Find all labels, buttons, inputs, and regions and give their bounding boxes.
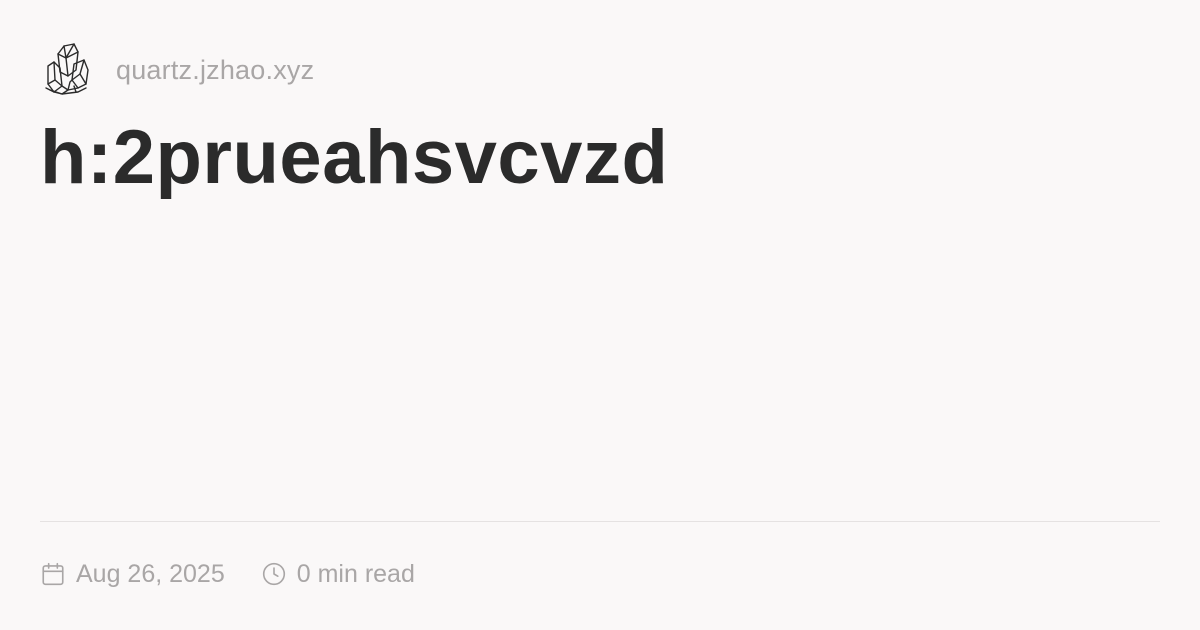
reading-time-text: 0 min read [296, 559, 415, 588]
crystal-logo-icon [45, 43, 89, 95]
page-title: h:2prueahsvcvzd [40, 115, 669, 200]
clock-icon [262, 562, 285, 586]
divider [40, 521, 1160, 522]
site-domain: quartz.jzhao.xyz [116, 54, 315, 85]
calendar-icon [42, 562, 64, 586]
reading-time: 0 min read [261, 560, 415, 589]
site-header: quartz.jzhao.xyz [40, 40, 314, 98]
publish-date-text: Aug 26, 2025 [76, 559, 225, 588]
publish-date: Aug 26, 2025 [40, 560, 225, 589]
page-meta: Aug 26, 2025 0 min read [40, 556, 415, 592]
og-card: quartz.jzhao.xyz h:2prueahsvcvzd Aug 26,… [0, 0, 1200, 630]
